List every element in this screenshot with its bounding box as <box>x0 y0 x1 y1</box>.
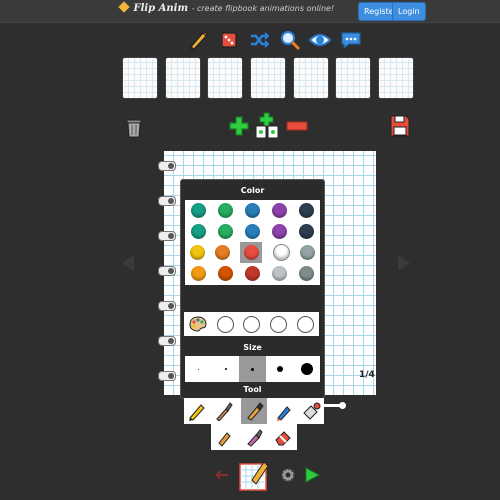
brush-tool-icon[interactable] <box>214 401 234 421</box>
trash-icon[interactable] <box>124 117 144 139</box>
brand-tagline: - create flipbook animations online! <box>191 4 335 13</box>
custom-color-slot[interactable] <box>243 315 261 333</box>
color-swatch[interactable] <box>299 224 314 239</box>
color-palette <box>185 200 320 285</box>
color-swatch[interactable] <box>299 245 315 260</box>
palette-icon[interactable] <box>189 316 207 332</box>
tool-row <box>184 398 324 424</box>
color-swatch[interactable] <box>272 203 287 218</box>
size-option[interactable] <box>293 356 320 382</box>
layer-icon[interactable] <box>238 458 272 492</box>
playback-controls <box>216 458 321 492</box>
magnifier-icon[interactable] <box>279 29 301 51</box>
frame-strip <box>123 58 413 98</box>
pencil-icon[interactable] <box>187 29 209 51</box>
size-option[interactable] <box>212 356 239 382</box>
frame-thumbnail[interactable] <box>250 58 285 98</box>
binder-ring <box>158 371 176 381</box>
page-indicator: 1/4 <box>359 370 375 380</box>
brush-size-selector <box>185 356 320 382</box>
tool-heading: Tool <box>243 385 262 394</box>
custom-color-slot[interactable] <box>297 315 315 333</box>
color-swatch[interactable] <box>245 266 260 281</box>
play-icon[interactable] <box>303 466 321 484</box>
frame-thumbnail[interactable] <box>165 58 200 98</box>
brand-pencil-icon <box>118 1 130 13</box>
color-swatch[interactable] <box>245 224 260 239</box>
remove-frame-icon[interactable] <box>286 120 308 132</box>
pen-tool-icon[interactable] <box>274 401 294 421</box>
custom-color-row <box>184 312 319 336</box>
save-icon[interactable] <box>389 114 411 138</box>
frame-thumbnail[interactable] <box>208 58 243 98</box>
size-option-selected[interactable] <box>239 356 266 382</box>
tool-row <box>211 424 297 450</box>
selected-color-swatch[interactable] <box>240 242 263 263</box>
frame-thumbnail[interactable] <box>293 58 328 98</box>
color-swatch[interactable] <box>243 245 259 260</box>
frame-thumbnail[interactable] <box>378 58 413 98</box>
binder-ring <box>158 266 176 276</box>
color-swatch[interactable] <box>272 266 287 281</box>
dice-icon[interactable] <box>218 29 240 51</box>
opacity-slider[interactable] <box>322 402 346 409</box>
color-swatch[interactable] <box>272 224 287 239</box>
frame-thumbnail[interactable] <box>123 58 157 98</box>
color-row <box>185 263 320 284</box>
prev-frame-arrow[interactable] <box>122 255 134 271</box>
color-swatch[interactable] <box>191 224 206 239</box>
binder-ring <box>158 161 176 171</box>
binder-ring <box>158 196 176 206</box>
color-row <box>185 221 320 242</box>
custom-color-slot[interactable] <box>270 315 288 333</box>
selected-tool[interactable] <box>240 398 267 424</box>
pencil-tool-icon[interactable] <box>187 401 207 421</box>
next-frame-arrow[interactable] <box>398 255 410 271</box>
duplicate-frame-icon[interactable] <box>254 112 280 140</box>
marker-tool-icon[interactable] <box>244 401 264 421</box>
color-row <box>185 242 320 263</box>
color-swatch[interactable] <box>191 266 206 281</box>
top-bar: Flip Anim - create flipbook animations o… <box>0 0 500 23</box>
color-swatch[interactable] <box>190 245 206 260</box>
binder-ring <box>158 301 176 311</box>
undo-icon[interactable] <box>216 467 232 483</box>
binder-ring <box>158 231 176 241</box>
spray-tool-icon[interactable] <box>244 427 264 447</box>
color-swatch[interactable] <box>299 203 314 218</box>
add-frame-icon[interactable] <box>228 115 250 137</box>
color-heading: Color <box>240 186 265 195</box>
settings-icon[interactable] <box>279 466 297 484</box>
color-swatch[interactable] <box>272 244 290 261</box>
color-swatch[interactable] <box>218 266 233 281</box>
binder-ring <box>158 336 176 346</box>
login-button[interactable]: Login <box>392 2 426 21</box>
frame-thumbnail[interactable] <box>336 58 371 98</box>
eye-icon[interactable] <box>309 29 332 51</box>
color-swatch[interactable] <box>218 224 233 239</box>
shuffle-icon[interactable] <box>248 29 270 51</box>
color-swatch[interactable] <box>215 245 231 260</box>
color-swatch[interactable] <box>299 266 314 281</box>
size-option[interactable] <box>185 356 212 382</box>
color-swatch[interactable] <box>245 203 260 218</box>
tool-panel: Color Size Tool <box>180 179 325 399</box>
color-row <box>185 200 320 221</box>
fill-tool-icon[interactable] <box>301 401 321 421</box>
toolbar <box>187 28 362 52</box>
size-heading: Size <box>243 343 262 352</box>
eraser-tool-icon[interactable] <box>273 427 293 447</box>
custom-color-slot[interactable] <box>216 315 234 333</box>
brand-name: Flip Anim <box>133 3 189 14</box>
chat-icon[interactable] <box>340 29 362 51</box>
size-option[interactable] <box>266 356 293 382</box>
crayon-tool-icon[interactable] <box>215 427 235 447</box>
color-swatch[interactable] <box>218 203 233 218</box>
color-swatch[interactable] <box>191 203 206 218</box>
brand[interactable]: Flip Anim - create flipbook animations o… <box>118 1 335 14</box>
